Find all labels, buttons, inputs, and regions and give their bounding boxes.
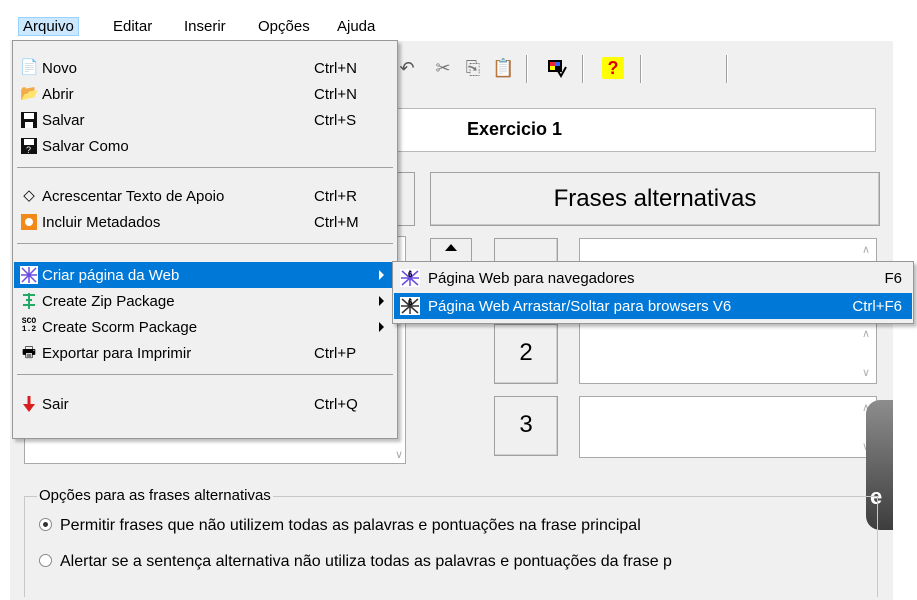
alternative-phrases-title: Frases alternativas: [553, 185, 757, 212]
menu-item-shortcut: Ctrl+Q: [314, 396, 358, 413]
options-legend: Opções para as frases alternativas: [37, 487, 273, 504]
main-phrase-header-button[interactable]: [396, 172, 415, 226]
menu-item-exportar-imprimir[interactable]: 🖶 Exportar para Imprimir Ctrl+P: [14, 340, 396, 366]
copy-icon[interactable]: ⎘: [462, 57, 484, 79]
menu-arquivo[interactable]: Arquivo: [18, 17, 79, 36]
menu-item-label: Create Scorm Package: [42, 319, 198, 336]
menu-item-shortcut: Ctrl+R: [314, 188, 357, 205]
alt-phrase-field-2[interactable]: ∧ ∨: [579, 322, 877, 384]
alt-number-2: 2: [519, 339, 533, 366]
alternative-options-group: Opções para as frases alternativas Permi…: [24, 487, 878, 597]
menu-item-acrescentar-texto[interactable]: ◇ Acrescentar Texto de Apoio Ctrl+R: [14, 183, 396, 209]
menu-separator: [17, 374, 393, 375]
radio-checked-icon[interactable]: [39, 518, 52, 531]
paste-icon[interactable]: 📋: [492, 57, 514, 79]
menu-item-create-zip[interactable]: Create Zip Package: [14, 288, 396, 314]
option-radio-2[interactable]: Alertar se a sentença alternativa não ut…: [39, 553, 672, 571]
chevron-up-icon[interactable]: ∧: [862, 327, 870, 340]
menu-bar: Arquivo Editar Inserir Opções Ajuda: [10, 14, 893, 40]
check-icon[interactable]: [546, 57, 568, 79]
menu-item-label: Incluir Metadados: [42, 214, 161, 231]
menu-item-label: Novo: [42, 60, 78, 77]
toolbar-separator: [726, 55, 728, 83]
menu-item-label: Sair: [42, 396, 69, 413]
toolbar-separator: [640, 55, 642, 83]
menu-editar[interactable]: Editar: [109, 18, 156, 35]
help-icon[interactable]: ?: [602, 57, 624, 79]
exit-arrow-icon: [20, 395, 38, 413]
undo-icon[interactable]: ↶: [396, 57, 418, 79]
file-menu: 📄 Novo Ctrl+N 📂 Abrir Ctrl+N Salvar Ctrl…: [12, 40, 398, 439]
menu-item-abrir[interactable]: 📂 Abrir Ctrl+N: [14, 81, 396, 107]
menu-item-sair[interactable]: Sair Ctrl+Q: [14, 391, 396, 417]
menu-item-label: Create Zip Package: [42, 293, 175, 310]
submenu-item-web-navegadores[interactable]: 6 Página Web para navegadores F6: [394, 265, 912, 291]
option-radio-2-label: Alertar se a sentença alternativa não ut…: [60, 553, 672, 570]
menu-separator: [17, 243, 393, 244]
svg-text:6: 6: [408, 270, 413, 279]
submenu-item-web-arrastar-soltar[interactable]: 6 Página Web Arrastar/Soltar para browse…: [394, 293, 912, 319]
submenu-arrow-icon: [379, 296, 384, 306]
toolbar-separator: [582, 55, 584, 83]
menu-item-label: Abrir: [42, 86, 74, 103]
cut-icon[interactable]: ✂: [432, 57, 454, 79]
menu-item-shortcut: Ctrl+S: [314, 112, 357, 129]
svg-text:?: ?: [26, 145, 31, 155]
menu-item-shortcut: Ctrl+N: [314, 86, 357, 103]
menu-item-label: Salvar Como: [42, 138, 129, 155]
toolbar-separator: [526, 55, 528, 83]
menu-item-shortcut: F6: [884, 270, 902, 287]
open-folder-icon: 📂: [20, 85, 39, 102]
menu-item-label: Criar página da Web: [42, 267, 180, 284]
svg-text:6: 6: [408, 298, 413, 307]
menu-item-label: Acrescentar Texto de Apoio: [42, 188, 225, 205]
menu-opcoes[interactable]: Opções: [254, 18, 314, 35]
menu-item-salvar-como[interactable]: ? Salvar Como: [14, 133, 396, 159]
exercise-title-field[interactable]: Exercicio 1: [396, 108, 876, 152]
menu-item-label: Exportar para Imprimir: [42, 345, 192, 362]
save-icon: [20, 111, 38, 129]
menu-item-label: Página Web para navegadores: [428, 270, 635, 287]
menu-item-shortcut: Ctrl+P: [314, 345, 357, 362]
web-page-icon: [20, 266, 38, 284]
metadata-icon: [20, 213, 38, 231]
menu-item-shortcut: Ctrl+M: [314, 214, 359, 231]
scorm-icon: SCO 1.2: [21, 317, 37, 334]
alternative-phrases-header[interactable]: Frases alternativas: [430, 172, 880, 226]
option-radio-1-label: Permitir frases que não utilizem todas a…: [60, 517, 641, 534]
alt-number-box-3: 3: [494, 396, 558, 456]
web-page-submenu: 6 Página Web para navegadores F6 6 Págin…: [392, 261, 914, 324]
menu-item-salvar[interactable]: Salvar Ctrl+S: [14, 107, 396, 133]
new-document-icon: 📄: [20, 59, 39, 76]
submenu-arrow-icon: [379, 270, 384, 280]
web-browser-icon: 6: [400, 269, 420, 287]
chevron-down-icon[interactable]: ∨: [395, 448, 403, 461]
save-as-icon: ?: [20, 137, 38, 155]
menu-item-label: Salvar: [42, 112, 85, 129]
menu-separator: [17, 167, 393, 168]
menu-item-incluir-metadados[interactable]: Incluir Metadados Ctrl+M: [14, 209, 396, 235]
web-drag-drop-icon: 6: [400, 297, 420, 315]
chevron-up-icon[interactable]: ∧: [862, 243, 870, 256]
menu-item-shortcut: Ctrl+F6: [852, 298, 902, 315]
tag-icon: ◇: [23, 187, 35, 204]
menu-item-shortcut: Ctrl+N: [314, 60, 357, 77]
alt-number-box-2: 2: [494, 324, 558, 384]
printer-icon: 🖶: [21, 344, 37, 361]
menu-item-novo[interactable]: 📄 Novo Ctrl+N: [14, 55, 396, 81]
option-radio-1[interactable]: Permitir frases que não utilizem todas a…: [39, 517, 641, 535]
menu-inserir[interactable]: Inserir: [180, 18, 230, 35]
zip-icon: [20, 292, 38, 310]
menu-item-create-scorm[interactable]: SCO 1.2 Create Scorm Package: [14, 314, 396, 340]
alt-number-3: 3: [519, 411, 533, 438]
chevron-down-icon[interactable]: ∨: [862, 366, 870, 379]
toolbar: ↶ ✂ ⎘ 📋 ?: [396, 40, 893, 97]
submenu-arrow-icon: [379, 322, 384, 332]
exercise-title: Exercicio 1: [467, 119, 563, 139]
menu-item-label: Página Web Arrastar/Soltar para browsers…: [428, 298, 732, 315]
menu-item-criar-pagina-web[interactable]: Criar página da Web: [14, 262, 396, 288]
menu-ajuda[interactable]: Ajuda: [333, 18, 379, 35]
alt-phrase-field-3[interactable]: ∧ ∨: [579, 396, 877, 458]
radio-unchecked-icon[interactable]: [39, 554, 52, 567]
